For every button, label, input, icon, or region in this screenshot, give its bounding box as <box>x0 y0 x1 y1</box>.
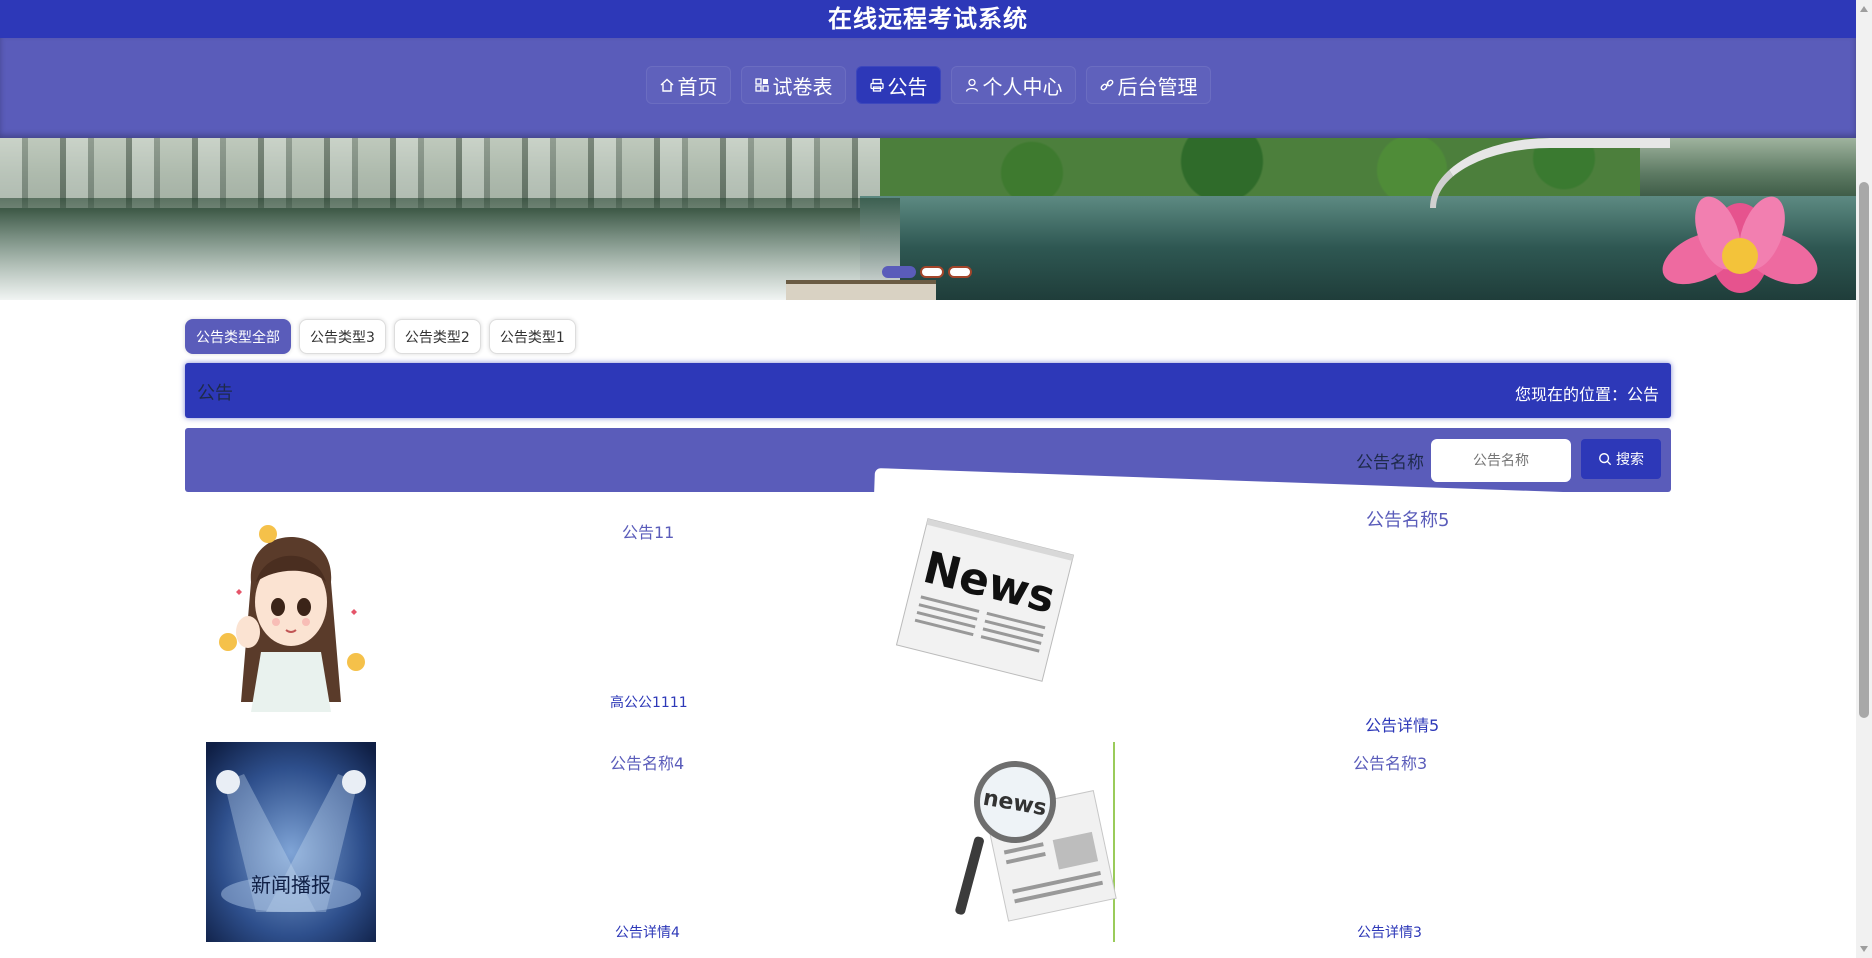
search-icon <box>1599 453 1612 466</box>
news-desc: 高公公1111 <box>610 695 688 711</box>
banner-haze <box>0 198 900 300</box>
news-thumbnail[interactable]: News <box>890 505 1080 695</box>
page-scrollbar[interactable] <box>1856 0 1872 958</box>
nav-item-home[interactable]: 首页 <box>645 66 731 104</box>
link-icon <box>1099 77 1115 93</box>
search-button-label: 搜索 <box>1616 452 1644 468</box>
main-nav: 首页 试卷表 公告 个人中心 后台管理 <box>0 66 1856 104</box>
news-title[interactable]: 公告名称4 <box>610 750 684 774</box>
news-desc: 公告详情4 <box>615 925 680 941</box>
carousel-dot[interactable] <box>920 266 944 278</box>
scroll-down-icon[interactable] <box>1860 946 1868 952</box>
nav-item-label: 首页 <box>677 74 718 99</box>
news-thumbnail[interactable] <box>206 512 376 712</box>
news-thumbnail[interactable]: 新闻播报 <box>206 742 376 942</box>
lotus-image <box>1662 196 1818 293</box>
nav-item-admin[interactable]: 后台管理 <box>1085 66 1211 104</box>
printer-icon <box>869 77 885 93</box>
nav-item-label: 公告 <box>887 74 928 99</box>
home-icon <box>659 77 675 93</box>
carousel-dot[interactable] <box>882 266 916 278</box>
current-location: 您现在的位置：公告 <box>1514 385 1659 404</box>
breadcrumb: 公告 您现在的位置：公告 <box>185 363 1671 418</box>
search-button[interactable]: 搜索 <box>1581 439 1661 479</box>
scrollbar-thumb[interactable] <box>1859 182 1869 718</box>
category-tab-3[interactable]: 公告类型3 <box>299 319 386 354</box>
news-title[interactable]: 公告名称5 <box>1366 506 1449 532</box>
nav-item-profile[interactable]: 个人中心 <box>950 66 1076 104</box>
news-title[interactable]: 公告11 <box>622 519 674 543</box>
carousel-dot[interactable] <box>948 266 972 278</box>
magnifier-news-image: news <box>945 742 1117 942</box>
news-desc: 公告详情5 <box>1365 716 1440 735</box>
nav-item-notice[interactable]: 公告 <box>855 66 941 104</box>
news-title[interactable]: 公告名称3 <box>1353 750 1427 774</box>
grid-icon <box>754 77 770 93</box>
nav-item-label: 试卷表 <box>772 74 833 99</box>
search-input[interactable] <box>1431 439 1571 482</box>
newspaper-image: News <box>895 518 1075 682</box>
scroll-up-icon[interactable] <box>1860 6 1868 12</box>
category-tabs: 公告类型全部 公告类型3 公告类型2 公告类型1 <box>185 319 576 354</box>
svg-text:新闻播报: 新闻播报 <box>251 873 331 897</box>
search-label: 公告名称 <box>1356 453 1424 473</box>
news-desc: 公告详情3 <box>1357 925 1422 941</box>
cartoon-girl-image <box>206 512 376 712</box>
nav-item-label: 后台管理 <box>1117 74 1198 99</box>
app-title-bar: 在线远程考试系统 <box>0 0 1856 38</box>
spotlight-stage-image: 新闻播报 <box>206 742 376 942</box>
news-thumbnail[interactable]: news <box>945 742 1117 942</box>
nav-item-papers[interactable]: 试卷表 <box>740 66 846 104</box>
category-tab-all[interactable]: 公告类型全部 <box>185 319 291 354</box>
category-tab-2[interactable]: 公告类型2 <box>393 319 481 354</box>
banner-boat <box>786 280 936 300</box>
nav-item-label: 个人中心 <box>982 74 1063 99</box>
category-tab-1[interactable]: 公告类型1 <box>488 319 576 354</box>
carousel-indicators <box>882 266 972 278</box>
app-title: 在线远程考试系统 <box>828 5 1028 33</box>
section-title: 公告 <box>197 383 233 404</box>
user-icon <box>964 77 980 93</box>
